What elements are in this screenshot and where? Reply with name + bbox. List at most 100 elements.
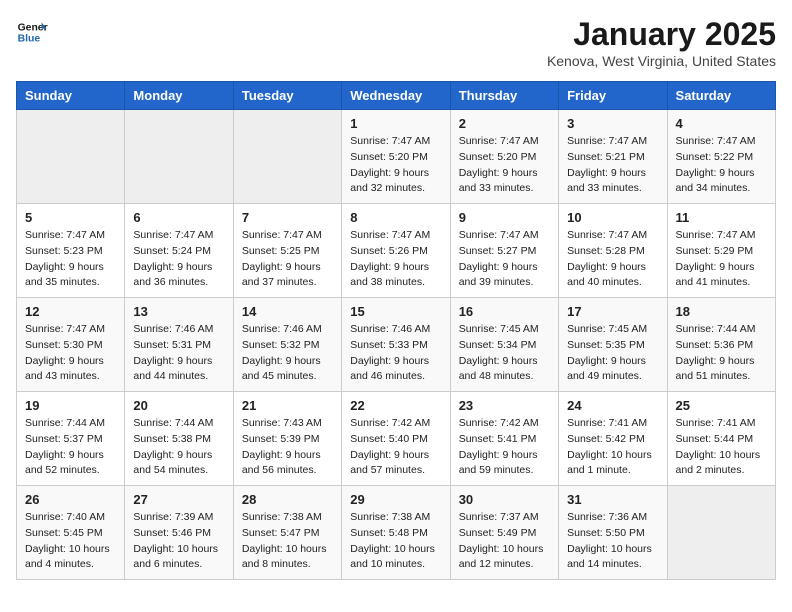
daylight-text: Daylight: 9 hours and 57 minutes. [350, 449, 429, 477]
calendar-cell: 14 Sunrise: 7:46 AM Sunset: 5:32 PM Dayligh… [233, 298, 341, 392]
day-info: Sunrise: 7:41 AMSunset: 5:44 PMDaylight:… [676, 416, 767, 479]
daylight-text: Daylight: 10 hours and 14 minutes. [567, 543, 652, 571]
daylight-text: Daylight: 9 hours and 39 minutes. [459, 261, 538, 289]
sunset-text: Sunset: 5:24 PM [133, 245, 211, 257]
calendar-cell [125, 110, 233, 204]
day-info: Sunrise: 7:47 AMSunset: 5:20 PMDaylight:… [459, 134, 550, 197]
day-number: 25 [676, 398, 767, 413]
daylight-text: Daylight: 9 hours and 51 minutes. [676, 355, 755, 383]
svg-text:Blue: Blue [18, 34, 41, 45]
daylight-text: Daylight: 9 hours and 45 minutes. [242, 355, 321, 383]
sunset-text: Sunset: 5:28 PM [567, 245, 645, 257]
daylight-text: Daylight: 10 hours and 4 minutes. [25, 543, 110, 571]
sunrise-text: Sunrise: 7:46 AM [242, 323, 322, 335]
day-info: Sunrise: 7:41 AMSunset: 5:42 PMDaylight:… [567, 416, 658, 479]
weekday-header-row: SundayMondayTuesdayWednesdayThursdayFrid… [17, 82, 776, 110]
calendar-cell: 16Sunrise: 7:45 AMSunset: 5:34 PMDayligh… [450, 298, 558, 392]
day-info: Sunrise: 7:40 AM Sunset: 5:45 PM Daylight:… [25, 510, 116, 573]
sunrise-text: Sunrise: 7:47 AM [676, 229, 756, 241]
day-number: 30 [459, 492, 550, 507]
sunrise-text: Sunrise: 7:45 AM [459, 323, 539, 335]
daylight-text: Daylight: 10 hours and 6 minutes. [133, 543, 218, 571]
week-row: 1Sunrise: 7:47 AMSunset: 5:20 PMDaylight… [17, 110, 776, 204]
daylight-text: Daylight: 9 hours and 43 minutes. [25, 355, 104, 383]
sunrise-text: Sunrise: 7:47 AM [459, 135, 539, 147]
day-number: 10 [567, 210, 658, 225]
calendar-cell: 23 Sunrise: 7:42 AMSunset: 5:41 PMDayligh… [450, 392, 558, 486]
daylight-text: Daylight: 10 hours and 10 minutes. [350, 543, 435, 571]
calendar-cell: 20Sunrise: 7:44 AMSunset: 5:38 PMDayligh… [125, 392, 233, 486]
calendar-cell: 17Sunrise: 7:45 AMSunset: 5:35 PMDayligh… [559, 298, 667, 392]
calendar-cell: 27Sunrise: 7:39 AMSunset: 5:46 PMDayligh… [125, 486, 233, 580]
sunset-text: Sunset: 5:45 PM [25, 527, 103, 539]
calendar-cell: 28Sunrise: 7:38 AMSunset: 5:47 PMDayligh… [233, 486, 341, 580]
calendar-cell: 4Sunrise: 7:47 AMSunset: 5:22 PMDaylight… [667, 110, 775, 204]
daylight-text: Daylight: 9 hours and 36 minutes. [133, 261, 212, 289]
calendar-cell: 9Sunrise: 7:47 AMSunset: 5:27 PMDaylight… [450, 204, 558, 298]
daylight-text: Daylight: 9 hours and 49 minutes. [567, 355, 646, 383]
sunset-text: Sunset: 5:27 PM [459, 245, 537, 257]
day-number: 29 [350, 492, 441, 507]
sunset-text: Sunset: 5:49 PM [459, 527, 537, 539]
calendar-cell: 8Sunrise: 7:47 AMSunset: 5:26 PMDaylight… [342, 204, 450, 298]
sunrise-text: Sunrise: 7:43 AM [242, 417, 322, 429]
day-info: Sunrise: 7:44 AMSunset: 5:38 PMDaylight:… [133, 416, 224, 479]
sunrise-text: Sunrise: 7:46 AM [350, 323, 430, 335]
day-number: 13 [133, 304, 224, 319]
day-info: Sunrise: 7:42 AMSunset: 5:41 PMDaylight:… [459, 416, 550, 479]
sunrise-text: Sunrise: 7:44 AM [676, 323, 756, 335]
sunset-text: Sunset: 5:48 PM [350, 527, 428, 539]
calendar-cell [667, 486, 775, 580]
day-info: Sunrise: 7:47 AMSunset: 5:27 PMDaylight:… [459, 228, 550, 291]
day-info: Sunrise: 7:43 AMSunset: 5:39 PMDaylight:… [242, 416, 333, 479]
daylight-text: Daylight: 9 hours and 37 minutes. [242, 261, 321, 289]
day-number: 21 [242, 398, 333, 413]
calendar-cell [17, 110, 125, 204]
day-number: 6 [133, 210, 224, 225]
sunset-text: Sunset: 5:23 PM [25, 245, 103, 257]
daylight-text: Daylight: 9 hours and 34 minutes. [676, 167, 755, 195]
calendar-cell [233, 110, 341, 204]
sunrise-text: Sunrise: 7:46 AM [133, 323, 213, 335]
calendar-cell: 24 Sunrise: 7:41 AMSunset: 5:42 PMDayligh… [559, 392, 667, 486]
daylight-text: Daylight: 9 hours and 38 minutes. [350, 261, 429, 289]
calendar-cell: 21Sunrise: 7:43 AMSunset: 5:39 PMDayligh… [233, 392, 341, 486]
sunrise-text: Sunrise: 7:47 AM [242, 229, 322, 241]
calendar-cell: 19Sunrise: 7:44 AMSunset: 5:37 PMDayligh… [17, 392, 125, 486]
day-number: 3 [567, 116, 658, 131]
day-number: 28 [242, 492, 333, 507]
sunset-text: Sunset: 5:25 PM [242, 245, 320, 257]
day-info: Sunrise: 7:38 AMSunset: 5:48 PMDaylight:… [350, 510, 441, 573]
day-info: Sunrise: 7:42 AMSunset: 5:40 PMDaylight:… [350, 416, 441, 479]
sunset-text: Sunset: 5:32 PM [242, 339, 320, 351]
day-number: 14 [242, 304, 333, 319]
day-info: Sunrise: 7:47 AM Sunset: 5:25 PM Daylight:… [242, 228, 333, 291]
sunset-text: Sunset: 5:39 PM [242, 433, 320, 445]
day-number: 24 [567, 398, 658, 413]
daylight-text: Daylight: 9 hours and 46 minutes. [350, 355, 429, 383]
sunrise-text: Sunrise: 7:41 AM [567, 417, 647, 429]
day-number: 23 [459, 398, 550, 413]
calendar-cell: 6Sunrise: 7:47 AMSunset: 5:24 PMDaylight… [125, 204, 233, 298]
calendar-cell: 2Sunrise: 7:47 AMSunset: 5:20 PMDaylight… [450, 110, 558, 204]
day-info: Sunrise: 7:47 AMSunset: 5:22 PMDaylight:… [676, 134, 767, 197]
day-info: Sunrise: 7:46 AMSunset: 5:33 PMDaylight:… [350, 322, 441, 385]
sunset-text: Sunset: 5:40 PM [350, 433, 428, 445]
logo: General Blue [16, 16, 48, 48]
day-number: 11 [676, 210, 767, 225]
sunset-text: Sunset: 5:46 PM [133, 527, 211, 539]
calendar-cell: 30Sunrise: 7:37 AMSunset: 5:49 PMDayligh… [450, 486, 558, 580]
day-number: 15 [350, 304, 441, 319]
sunset-text: Sunset: 5:29 PM [676, 245, 754, 257]
calendar-cell: 22Sunrise: 7:42 AMSunset: 5:40 PMDayligh… [342, 392, 450, 486]
calendar-cell: 11Sunrise: 7:47 AMSunset: 5:29 PMDayligh… [667, 204, 775, 298]
day-number: 5 [25, 210, 116, 225]
calendar-cell: 5Sunrise: 7:47 AMSunset: 5:23 PMDaylight… [17, 204, 125, 298]
sunset-text: Sunset: 5:41 PM [459, 433, 537, 445]
day-number: 31 [567, 492, 658, 507]
week-row: 19Sunrise: 7:44 AMSunset: 5:37 PMDayligh… [17, 392, 776, 486]
daylight-text: Daylight: 9 hours and 32 minutes. [350, 167, 429, 195]
sunrise-text: Sunrise: 7:40 AM [25, 511, 105, 523]
day-number: 19 [25, 398, 116, 413]
sunset-text: Sunset: 5:31 PM [133, 339, 211, 351]
